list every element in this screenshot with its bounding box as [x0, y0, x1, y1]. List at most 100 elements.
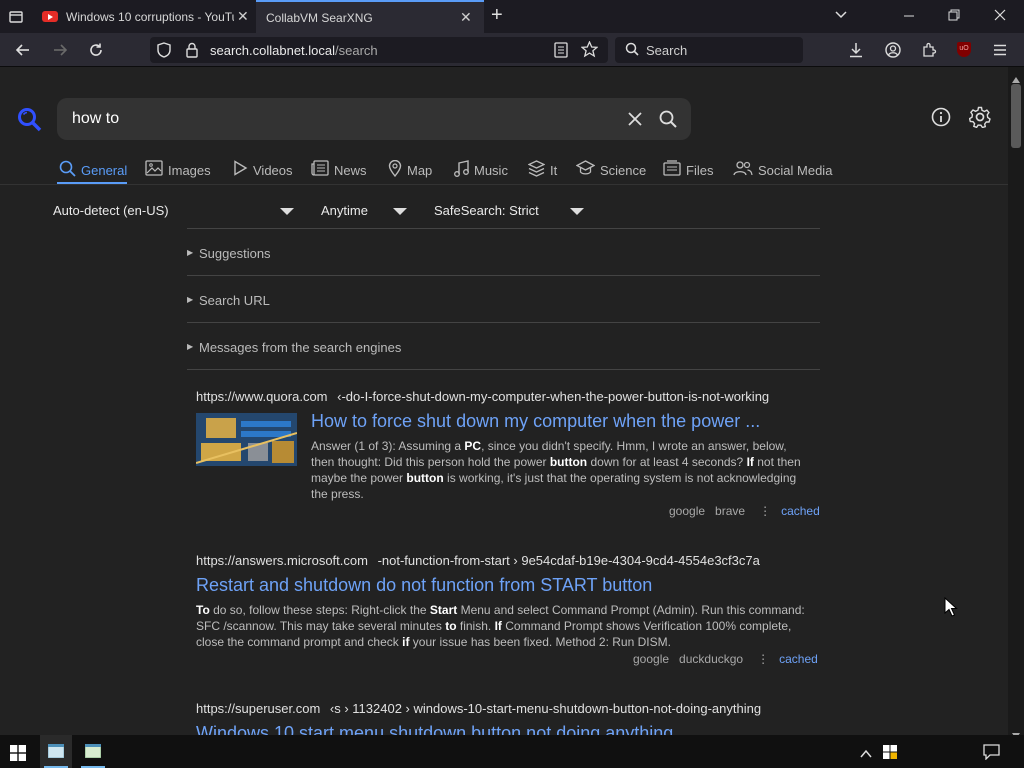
search-query[interactable]: how to — [72, 110, 119, 128]
tab-label: Science — [600, 162, 647, 178]
taskbar-app-icon[interactable] — [77, 735, 109, 768]
tab-files[interactable]: Files — [663, 160, 713, 180]
tab-label: Videos — [253, 162, 293, 178]
language-select[interactable]: Auto-detect (en-US) — [53, 203, 169, 218]
minimize-icon[interactable] — [903, 7, 915, 27]
fold-label: Suggestions — [199, 246, 271, 261]
search-icon — [625, 42, 639, 60]
result-snippet: To do so, follow these steps: Right-clic… — [196, 603, 805, 649]
tab-general[interactable]: General — [59, 160, 127, 180]
restore-icon[interactable] — [948, 9, 960, 25]
result-url-domain: https://superuser.com — [196, 701, 321, 716]
tab-social-media[interactable]: Social Media — [733, 160, 832, 180]
new-tab-icon[interactable]: + — [491, 5, 503, 25]
forward-arrow-icon[interactable] — [52, 42, 68, 62]
tab-label: It — [550, 162, 558, 178]
info-icon[interactable] — [931, 107, 951, 132]
downloads-icon[interactable] — [848, 42, 864, 62]
bookmark-star-icon[interactable] — [580, 40, 599, 62]
result-url-path: -not-function-from-start › 9e54cdaf-b19e… — [377, 553, 760, 568]
navigation-toolbar: search.collabnet.local/search Search uO — [0, 33, 1024, 67]
tab-music[interactable]: Music — [454, 159, 508, 181]
triangle-right-icon: ▶ — [187, 342, 194, 351]
result-title-link[interactable]: Windows 10 start menu shutdown button no… — [196, 723, 673, 735]
hamburger-menu-icon[interactable] — [992, 42, 1008, 62]
result-url-domain: https://www.quora.com — [196, 389, 328, 404]
music-note-icon — [454, 159, 469, 181]
tab-map[interactable]: Map — [388, 159, 433, 181]
url-path: /search — [335, 43, 378, 58]
address-bar[interactable]: search.collabnet.local/search — [150, 37, 608, 63]
tab-news[interactable]: News — [311, 160, 367, 180]
security-shield-icon[interactable] — [882, 744, 898, 765]
tab-science[interactable]: Science — [575, 160, 647, 180]
chevron-down-icon[interactable] — [280, 208, 294, 215]
lock-icon[interactable] — [185, 42, 199, 62]
search-input[interactable]: how to — [57, 98, 691, 140]
tab-youtube[interactable]: Windows 10 corruptions - YouTube ✕ — [34, 0, 256, 33]
time-range-select[interactable]: Anytime — [321, 203, 368, 218]
shield-icon[interactable] — [157, 42, 171, 62]
result-url[interactable]: https://www.quora.com ‹-do-I-force-shut-… — [196, 389, 769, 404]
tab-label: Images — [168, 162, 211, 178]
result-url[interactable]: https://answers.microsoft.com -not-funct… — [196, 553, 760, 568]
result-title-link[interactable]: How to force shut down my computer when … — [311, 411, 760, 432]
cached-link[interactable]: cached — [781, 504, 820, 518]
tab-list-icon[interactable] — [8, 9, 24, 29]
divider — [0, 184, 1008, 185]
file-icon — [663, 160, 681, 180]
tab-images[interactable]: Images — [145, 160, 211, 180]
search-url-toggle[interactable]: ▶ Search URL — [187, 275, 820, 322]
result-engines: google brave ⋮ cached — [669, 504, 820, 518]
result-url-path: ‹s › 1132402 › windows-10-start-menu-shu… — [329, 701, 762, 716]
result-title-link[interactable]: Restart and shutdown do not function fro… — [196, 575, 652, 596]
searxng-logo-icon[interactable] — [16, 106, 42, 137]
result-url[interactable]: https://superuser.com ‹s › 1132402 › win… — [196, 701, 761, 716]
browser-search-placeholder: Search — [646, 43, 688, 58]
windows-start-icon[interactable] — [10, 745, 26, 766]
clear-icon[interactable] — [628, 112, 642, 131]
result-url-domain: https://answers.microsoft.com — [196, 553, 368, 568]
tab-label: Social Media — [758, 162, 833, 178]
vertical-scrollbar[interactable] — [1008, 67, 1024, 739]
image-icon — [145, 160, 163, 180]
tab-label: Map — [407, 162, 433, 178]
fold-label: Search URL — [199, 293, 270, 308]
taskbar-app-icon[interactable] — [40, 735, 72, 768]
reader-view-icon[interactable] — [554, 42, 568, 62]
ublock-origin-icon[interactable]: uO — [957, 42, 971, 57]
engine-brave: brave — [715, 504, 746, 518]
map-pin-icon — [388, 159, 402, 181]
reload-icon[interactable] — [88, 42, 104, 62]
close-icon[interactable]: ✕ — [460, 9, 472, 26]
chevron-down-icon[interactable] — [570, 208, 584, 215]
safesearch-select[interactable]: SafeSearch: Strict — [434, 203, 539, 218]
back-arrow-icon[interactable] — [15, 42, 31, 62]
close-icon[interactable]: ✕ — [237, 8, 249, 25]
tab-searxng[interactable]: CollabVM SearXNG ✕ — [256, 0, 484, 33]
people-icon — [733, 160, 753, 180]
cached-link[interactable]: cached — [779, 652, 818, 666]
chevron-up-icon[interactable] — [860, 746, 872, 764]
suggestions-toggle[interactable]: ▶ Suggestions — [187, 228, 820, 275]
newspaper-icon — [311, 160, 329, 180]
result-url-path: ‹-do-I-force-shut-down-my-computer-when-… — [337, 389, 770, 404]
chevron-down-icon[interactable] — [834, 8, 848, 26]
engine-messages-toggle[interactable]: ▶ Messages from the search engines — [187, 322, 820, 369]
result-thumbnail[interactable] — [196, 413, 297, 466]
result-snippet: Answer (1 of 3): Assuming a PC, since yo… — [311, 439, 801, 501]
triangle-right-icon: ▶ — [187, 248, 194, 257]
search-icon[interactable] — [659, 110, 677, 133]
chevron-down-icon[interactable] — [393, 208, 407, 215]
tab-it[interactable]: It — [527, 159, 558, 181]
gear-icon[interactable] — [968, 106, 991, 133]
scrollbar-thumb[interactable] — [1011, 84, 1021, 148]
tab-videos[interactable]: Videos — [232, 160, 293, 180]
layers-icon — [527, 159, 546, 181]
notification-icon[interactable] — [983, 744, 1000, 765]
browser-search-box[interactable]: Search — [615, 37, 803, 63]
extensions-icon[interactable] — [921, 42, 937, 62]
window-close-icon[interactable] — [994, 9, 1006, 25]
url-text[interactable]: search.collabnet.local/search — [210, 43, 378, 58]
account-icon[interactable] — [885, 42, 901, 62]
